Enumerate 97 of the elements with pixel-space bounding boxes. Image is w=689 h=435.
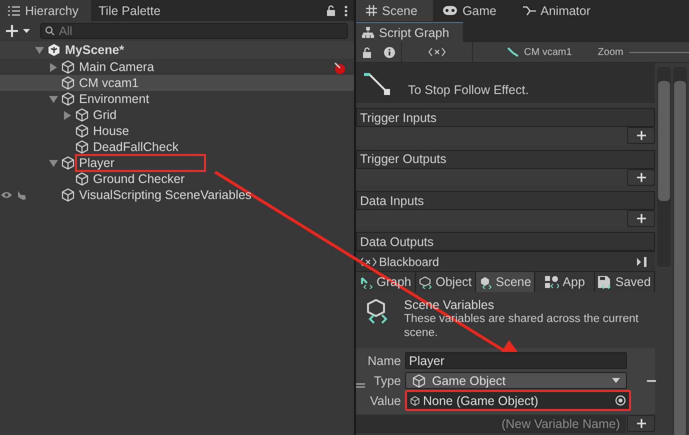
collapsed-arrow-icon[interactable] (49, 62, 58, 72)
name-field[interactable]: Player (405, 352, 627, 370)
dropdown-caret-icon (612, 378, 620, 384)
gamepad-icon (443, 6, 458, 15)
cube-icon (61, 76, 75, 90)
variables-icon[interactable] (428, 47, 446, 57)
add-button[interactable] (627, 127, 655, 144)
add-dropdown-icon[interactable] (6, 24, 32, 36)
tree-item[interactable]: MyScene* (0, 41, 354, 59)
scrollbar[interactable] (673, 67, 687, 435)
add-button[interactable] (627, 210, 655, 228)
view-tab[interactable]: Animator (512, 0, 607, 21)
tree-item[interactable]: Player (0, 155, 354, 171)
type-dropdown[interactable]: Game Object (405, 372, 627, 390)
plus-icon (636, 214, 646, 224)
expanded-arrow-icon[interactable] (49, 94, 58, 104)
cube-icon (75, 108, 89, 122)
node-graph-icon (507, 46, 519, 58)
app-variable-icon (544, 276, 559, 289)
view-tab[interactable]: Scene (356, 0, 434, 21)
plus-icon (636, 172, 646, 182)
object-variable-icon (418, 276, 432, 289)
tree-item-label: House (92, 123, 130, 140)
blackboard-tab[interactable]: App (535, 272, 596, 292)
cube-icon (61, 188, 75, 202)
tree-item[interactable]: Main Camera (0, 59, 354, 75)
add-variable-button[interactable] (627, 415, 655, 432)
minus-icon (646, 380, 656, 382)
cube-icon (61, 156, 75, 170)
cube-icon (75, 140, 89, 154)
variables-icon (359, 256, 377, 267)
plus-icon (636, 131, 646, 140)
expanded-arrow-icon[interactable] (49, 158, 58, 168)
object-field[interactable]: None (Game Object) (405, 390, 631, 412)
graph-variable-icon (360, 276, 373, 289)
section-header: Data Outputs (356, 232, 655, 252)
blackboard-tab[interactable]: Scene (476, 272, 536, 292)
dock-icon[interactable] (637, 256, 647, 267)
cube-icon (75, 172, 89, 186)
tree-item[interactable]: CM vcam1 (0, 75, 354, 91)
search-field[interactable]: All (40, 22, 348, 38)
section-header: Data Inputs (356, 190, 655, 210)
field-label: Type (372, 374, 401, 388)
tree-item-label: Environment (78, 91, 150, 108)
tree-item[interactable]: Ground Checker (0, 171, 354, 187)
hand-icon[interactable] (16, 190, 27, 200)
tree-item-label: Ground Checker (92, 171, 186, 188)
unity-logo-icon (47, 43, 61, 57)
tree-item-label: CM vcam1 (78, 75, 140, 92)
section-header: Trigger Inputs (356, 108, 655, 128)
grid-icon (366, 5, 377, 16)
cube-icon (61, 92, 75, 106)
add-button[interactable] (627, 168, 655, 186)
tree-item-label: Main Camera (78, 59, 156, 76)
tree-item[interactable]: DeadFallCheck (0, 139, 354, 155)
field-label: Value (368, 394, 401, 408)
branch-icon (522, 6, 536, 16)
collapsed-arrow-icon[interactable] (63, 110, 72, 120)
node-connector-icon (364, 73, 392, 98)
scene-variables-icon (366, 298, 390, 324)
object-picker-icon[interactable] (615, 395, 626, 406)
zoom-label: Zoom (598, 46, 624, 58)
script-graph-tab[interactable]: Script Graph (356, 22, 464, 42)
cube-icon (75, 124, 89, 138)
blackboard-title: Blackboard (379, 254, 440, 269)
tree-item-label: DeadFallCheck (92, 139, 180, 156)
tree-item-label: Player (75, 154, 206, 172)
section-header: Trigger Outputs (356, 150, 655, 169)
blackboard-tab[interactable]: Saved (595, 272, 655, 292)
tree-item[interactable]: VisualScripting SceneVariables (0, 187, 354, 203)
search-icon (45, 26, 56, 36)
tree-item[interactable]: Environment (0, 91, 354, 107)
more-options-icon[interactable] (344, 4, 348, 16)
tree-item-label: MyScene* (64, 42, 126, 59)
cube-icon (412, 374, 426, 388)
tree-item[interactable]: House (0, 123, 354, 139)
panel-tab[interactable]: Tile Palette (90, 0, 173, 21)
tree-item[interactable]: Grid (0, 107, 354, 123)
field-label: Name (366, 354, 401, 368)
new-variable-field[interactable]: (New Variable Name) (356, 414, 626, 432)
node-description: To Stop Follow Effect. (408, 83, 529, 98)
drag-handle-icon (356, 383, 365, 388)
scrollbar[interactable] (657, 67, 671, 267)
eye-icon[interactable] (0, 191, 13, 199)
cube-icon (61, 60, 75, 74)
expanded-arrow-icon[interactable] (35, 46, 44, 54)
panel-tab[interactable]: Hierarchy (0, 0, 90, 21)
tree-item-label: Grid (92, 107, 118, 124)
scene-variable-icon (478, 276, 492, 289)
view-tab[interactable]: Game (433, 0, 512, 21)
hierarchy-icon (362, 27, 374, 38)
tree-item-label: VisualScripting SceneVariables (78, 187, 253, 204)
list-icon (8, 6, 20, 16)
plus-icon (636, 419, 646, 428)
cube-icon (410, 396, 420, 406)
graph-target-label[interactable]: CM vcam1 (524, 46, 572, 58)
lock-icon[interactable] (326, 5, 336, 16)
